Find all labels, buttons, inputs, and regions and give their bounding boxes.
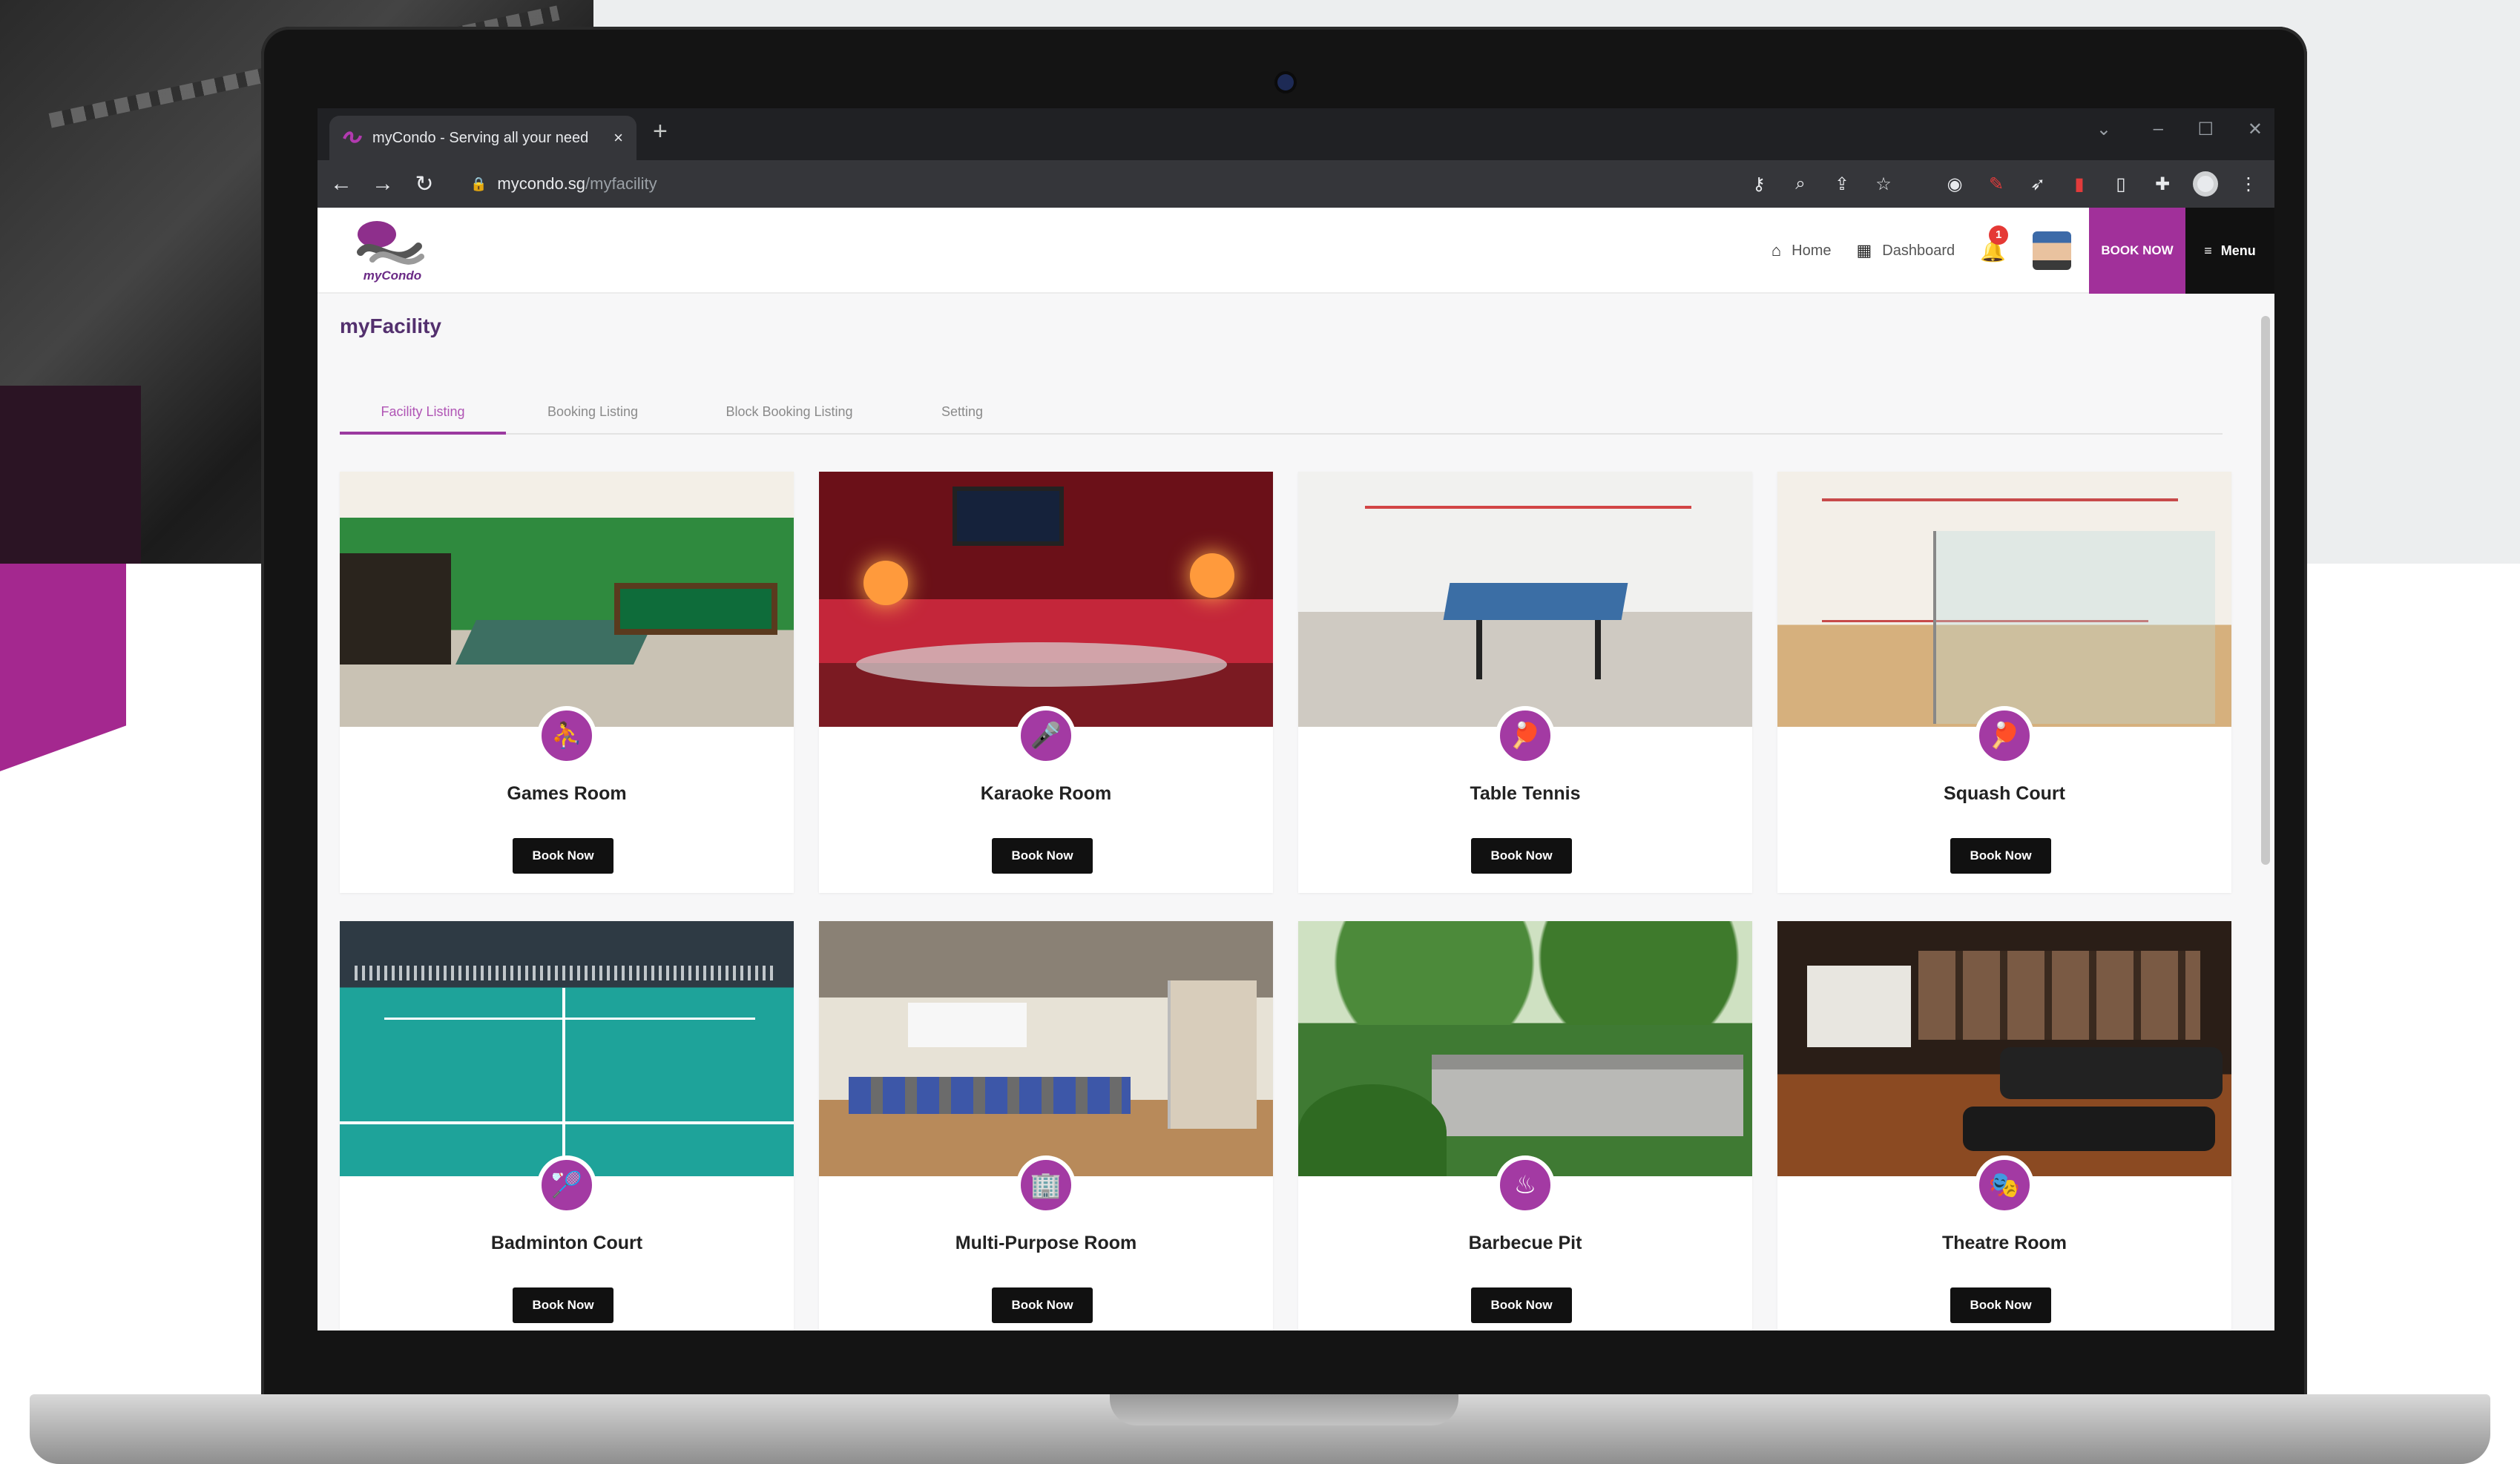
browser-menu-icon[interactable]: ⋮ xyxy=(2237,174,2260,195)
app-header: myCondo ⌂ Home ▦ Dashboard 🔔 1 BOOK NOW … xyxy=(318,208,2274,294)
notification-badge: 1 xyxy=(1989,225,2009,245)
hamburger-icon: ≡ xyxy=(2204,243,2212,258)
menu-button[interactable]: ≡ Menu xyxy=(2185,208,2274,294)
racket-icon: 🏸 xyxy=(537,1155,596,1215)
page-scrollbar[interactable] xyxy=(2261,316,2270,865)
building-icon: 🏢 xyxy=(1016,1155,1076,1215)
address-bar[interactable]: 🔒 mycondo.sg /myfacility xyxy=(458,168,1601,200)
multi-purpose-room-photo[interactable] xyxy=(819,921,1273,1176)
page-title: myFacility xyxy=(340,314,441,337)
forward-icon[interactable]: → xyxy=(362,171,404,197)
racket-icon: 🏓 xyxy=(1975,706,2034,765)
book-now-button[interactable]: Book Now xyxy=(513,838,613,874)
squash-court-photo[interactable] xyxy=(1777,472,2231,727)
logo-text: myCondo xyxy=(363,268,422,283)
facility-name: Barbecue Pit xyxy=(1468,1233,1582,1253)
theatre-icon: 🎭 xyxy=(1975,1155,2034,1215)
home-icon: ⌂ xyxy=(1771,241,1782,260)
browser-extension-bar: ⚷ ⌕ ⇪ ☆ ◉ ✎ ➶ ▮ ▯ ✚ ⋮ xyxy=(1748,160,2260,208)
grill-icon: ♨ xyxy=(1496,1155,1555,1215)
microphone-icon: 🎤 xyxy=(1016,706,1076,765)
book-now-button[interactable]: Book Now xyxy=(1471,838,1572,874)
nav-home-label: Home xyxy=(1792,242,1832,259)
badminton-court-photo[interactable] xyxy=(340,921,794,1176)
share-icon[interactable]: ⇪ xyxy=(1831,174,1853,195)
laptop-screen: myCondo - Serving all your need × + ⌄ – … xyxy=(318,108,2274,1331)
facility-card: 🏓 Squash Court Book Now xyxy=(1777,472,2231,893)
karaoke-room-photo[interactable] xyxy=(819,472,1273,727)
app-viewport: myCondo ⌂ Home ▦ Dashboard 🔔 1 BOOK NOW … xyxy=(318,208,2274,1331)
tab-block-booking-listing[interactable]: Block Booking Listing xyxy=(691,399,887,435)
extension-pen-icon[interactable]: ✎ xyxy=(1985,174,2007,195)
table-tennis-photo[interactable] xyxy=(1298,472,1752,727)
url-path: /myfacility xyxy=(585,174,657,193)
profile-avatar-icon[interactable] xyxy=(2193,171,2218,197)
theatre-room-photo[interactable] xyxy=(1777,921,2231,1176)
header-book-now-button[interactable]: BOOK NOW xyxy=(2089,208,2185,294)
url-host: mycondo.sg xyxy=(497,174,586,193)
facility-name: Table Tennis xyxy=(1470,783,1581,804)
nav-dashboard-label: Dashboard xyxy=(1882,242,1955,259)
facility-name: Multi-Purpose Room xyxy=(955,1233,1137,1253)
facility-name: Karaoke Room xyxy=(980,783,1112,804)
zoom-icon[interactable]: ⌕ xyxy=(1789,174,1812,194)
bookmark-star-icon[interactable]: ☆ xyxy=(1872,174,1895,195)
games-icon: ⛹ xyxy=(537,706,596,765)
notification-bell-icon[interactable]: 🔔 1 xyxy=(1980,225,2009,263)
tab-facility-listing[interactable]: Facility Listing xyxy=(340,399,506,435)
book-now-button[interactable]: Book Now xyxy=(1471,1287,1572,1323)
webcam-icon xyxy=(1277,74,1294,90)
tab-setting[interactable]: Setting xyxy=(921,399,1003,435)
reload-icon[interactable]: ↻ xyxy=(404,171,445,197)
facility-name: Badminton Court xyxy=(490,1233,643,1253)
facility-name: Squash Court xyxy=(1944,783,2065,804)
book-now-button[interactable]: Book Now xyxy=(1950,838,2051,874)
book-now-button[interactable]: Book Now xyxy=(992,1287,1093,1323)
extension-globe-icon[interactable]: ◉ xyxy=(1944,174,1966,195)
book-now-button[interactable]: Book Now xyxy=(513,1287,613,1323)
facility-card: 🎭 Theatre Room Book Now xyxy=(1777,921,2231,1331)
facility-card: 🏢 Multi-Purpose Room Book Now xyxy=(819,921,1273,1331)
minimize-icon[interactable]: – xyxy=(2154,119,2163,139)
extension-bird-icon[interactable]: ➶ xyxy=(2027,174,2049,195)
facility-card: 🎤 Karaoke Room Book Now xyxy=(819,472,1273,893)
book-now-button[interactable]: Book Now xyxy=(1950,1287,2051,1323)
nav-dashboard[interactable]: ▦ Dashboard xyxy=(1856,241,1955,260)
facility-name: Theatre Room xyxy=(1941,1233,2067,1253)
tab-booking-listing[interactable]: Booking Listing xyxy=(530,399,656,435)
tab-search-icon[interactable]: ⌄ xyxy=(2096,119,2111,140)
browser-toolbar: ← → ↻ 🔒 mycondo.sg /myfacility ⚷ ⌕ ⇪ ☆ ◉… xyxy=(318,160,2274,208)
user-avatar[interactable] xyxy=(2033,231,2071,270)
back-icon[interactable]: ← xyxy=(320,171,362,197)
extension-book-icon[interactable]: ▮ xyxy=(2068,174,2090,195)
lock-icon[interactable]: 🔒 xyxy=(470,177,487,192)
dashboard-icon: ▦ xyxy=(1856,241,1872,260)
browser-tab[interactable]: myCondo - Serving all your need × xyxy=(329,116,636,160)
facility-name: Games Room xyxy=(507,783,627,804)
barbecue-pit-photo[interactable] xyxy=(1298,921,1752,1176)
key-icon[interactable]: ⚷ xyxy=(1748,174,1770,195)
nav-home[interactable]: ⌂ Home xyxy=(1771,241,1832,260)
games-room-photo[interactable] xyxy=(340,472,794,727)
mycondo-favicon-icon xyxy=(343,131,362,143)
extension-device-icon[interactable]: ▯ xyxy=(2110,174,2132,195)
maximize-icon[interactable]: ☐ xyxy=(2197,119,2214,140)
laptop-notch xyxy=(1110,1394,1458,1425)
book-now-button[interactable]: Book Now xyxy=(992,838,1093,874)
facility-card: 🏸 Badminton Court Book Now xyxy=(340,921,794,1331)
facility-card: ⛹ Games Room Book Now xyxy=(340,472,794,893)
browser-tabbar: myCondo - Serving all your need × + ⌄ – … xyxy=(318,108,2274,160)
facility-card: 🏓 Table Tennis Book Now xyxy=(1298,472,1752,893)
header-nav: ⌂ Home ▦ Dashboard 🔔 1 BOOK NOW ≡ Menu xyxy=(1771,208,2274,294)
facility-tabs: Facility Listing Booking Listing Block B… xyxy=(340,399,2223,435)
close-window-icon[interactable]: ✕ xyxy=(2248,119,2263,140)
new-tab-button[interactable]: + xyxy=(653,119,668,144)
menu-label: Menu xyxy=(2220,243,2256,258)
close-tab-icon[interactable]: × xyxy=(613,128,623,148)
extensions-puzzle-icon[interactable]: ✚ xyxy=(2151,174,2174,195)
racket-icon: 🏓 xyxy=(1496,706,1555,765)
facility-card: ♨ Barbecue Pit Book Now xyxy=(1298,921,1752,1331)
browser-tab-title: myCondo - Serving all your need xyxy=(372,129,589,146)
